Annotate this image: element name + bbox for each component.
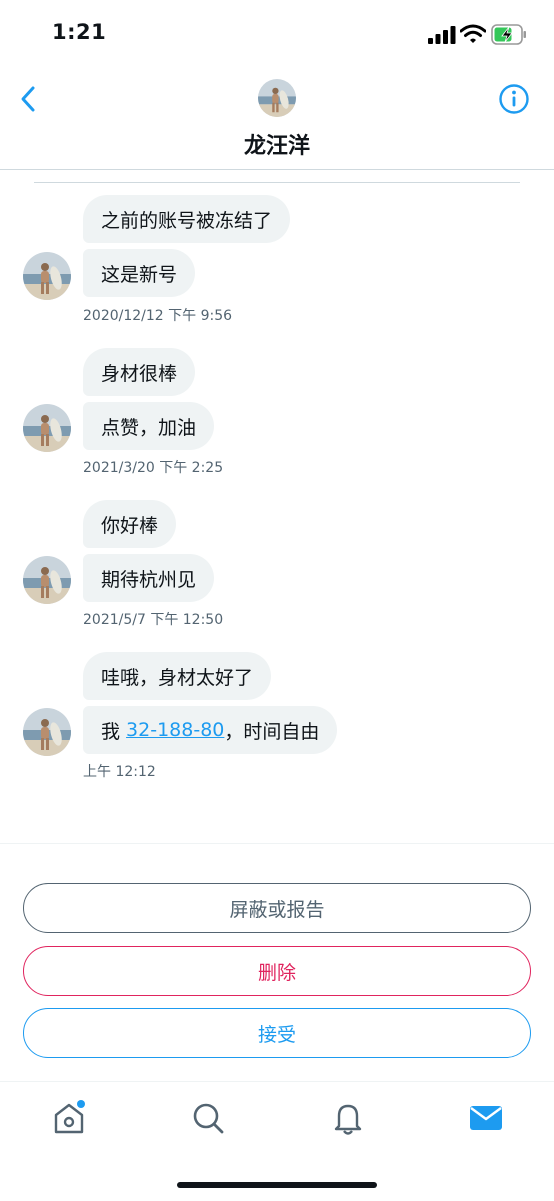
sender-avatar[interactable] [23,556,71,604]
notifications-icon[interactable] [328,1098,368,1138]
conversation-title: 龙汪洋 [243,134,310,159]
message-timestamp: 2020/12/12 下午 9:56 [83,308,233,324]
sender-avatar[interactable] [23,252,71,300]
message-text: 这是新号 [101,263,178,286]
message-bubble[interactable]: 期待杭州见 [83,554,215,602]
message-bubble[interactable]: 你好棒 [83,500,177,548]
message-bubble[interactable]: 之前的账号被冻结了 [83,195,291,243]
message-text: 身材很棒 [101,362,178,385]
block-or-report-button[interactable]: 屏蔽或报告 [23,883,531,933]
accept-button[interactable]: 接受 [23,1008,531,1058]
delete-button[interactable]: 删除 [23,946,531,996]
status-bar: 1:21 [0,0,554,70]
divider [34,182,520,183]
message-text: 点赞，加油 [101,416,197,439]
message-bubble[interactable]: 这是新号 [83,249,196,297]
sender-avatar[interactable] [23,404,71,452]
message-text: 期待杭州见 [101,568,197,591]
back-arrow-icon[interactable] [14,82,44,116]
info-icon[interactable] [498,83,530,115]
message-bubble[interactable]: 哇哦，身材太好了 [83,652,272,700]
message-text: 你好棒 [101,514,159,537]
cellular-signal-icon [428,26,456,44]
wifi-icon [460,24,486,43]
message-text: ，时间自由 [224,720,320,743]
conversation-header: 龙汪洋 [0,70,554,170]
message-bubble[interactable]: 身材很棒 [83,348,196,396]
message-timestamp: 上午 12:12 [83,764,156,780]
status-time: 1:21 [52,20,107,44]
message-text: 我 [101,720,127,743]
phone-number-link[interactable]: 32-188-80 [126,719,224,741]
home-icon[interactable] [49,1098,89,1138]
message-text: 哇哦，身材太好了 [101,666,254,689]
divider [0,843,554,844]
message-timestamp: 2021/5/7 下午 12:50 [83,612,224,628]
search-icon[interactable] [188,1098,228,1138]
notification-dot [77,1100,85,1108]
home-indicator [177,1182,377,1188]
header-avatar[interactable] [258,79,296,117]
battery-charging-icon [491,24,526,45]
sender-avatar[interactable] [23,708,71,756]
message-timestamp: 2021/3/20 下午 2:25 [83,460,224,476]
message-text: 之前的账号被冻结了 [101,209,273,232]
message-bubble[interactable]: 点赞，加油 [83,402,215,450]
message-bubble[interactable]: 我 32-188-80 ，时间自由 [83,706,338,754]
messages-icon[interactable] [466,1098,506,1138]
